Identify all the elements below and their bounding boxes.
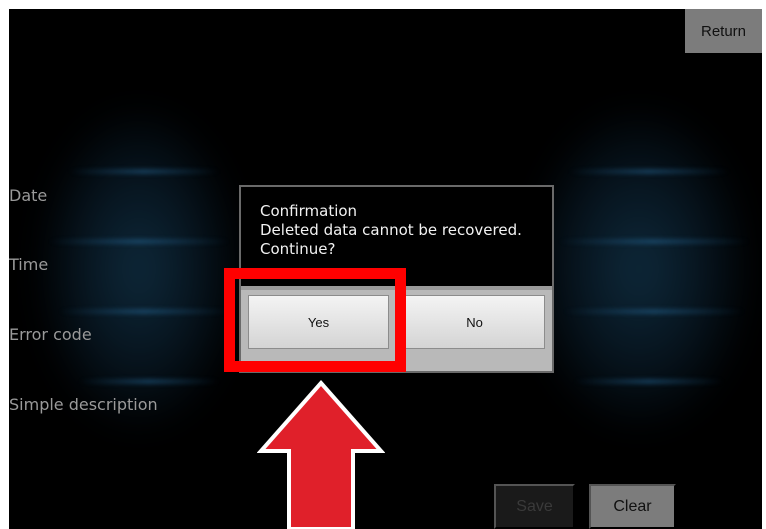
simple-description-label: Simple description — [9, 395, 158, 414]
time-label: Time — [9, 255, 49, 274]
dialog-text: Confirmation Deleted data cannot be reco… — [260, 202, 522, 259]
background-stripe — [59, 309, 229, 314]
arrow-up-icon — [257, 379, 385, 529]
background-stripe — [79, 379, 219, 384]
date-label: Date — [9, 186, 48, 205]
background-stripe — [574, 379, 724, 384]
background-stripe — [569, 169, 729, 174]
dialog-question: Continue? — [260, 240, 336, 258]
background-stripe — [69, 169, 219, 174]
background-stripe — [559, 239, 749, 244]
no-button[interactable]: No — [404, 295, 545, 349]
background-stripe — [564, 309, 744, 314]
highlight-box — [224, 268, 406, 372]
return-button[interactable]: Return — [685, 9, 762, 53]
dialog-message: Deleted data cannot be recovered. — [260, 221, 522, 239]
error-code-label: Error code — [9, 325, 92, 344]
save-button[interactable]: Save — [494, 484, 575, 529]
app-screen: Return Date Time Error code Simple descr… — [9, 9, 762, 529]
clear-button[interactable]: Clear — [589, 484, 676, 529]
dialog-title: Confirmation — [260, 202, 358, 220]
background-stripe — [49, 239, 229, 244]
